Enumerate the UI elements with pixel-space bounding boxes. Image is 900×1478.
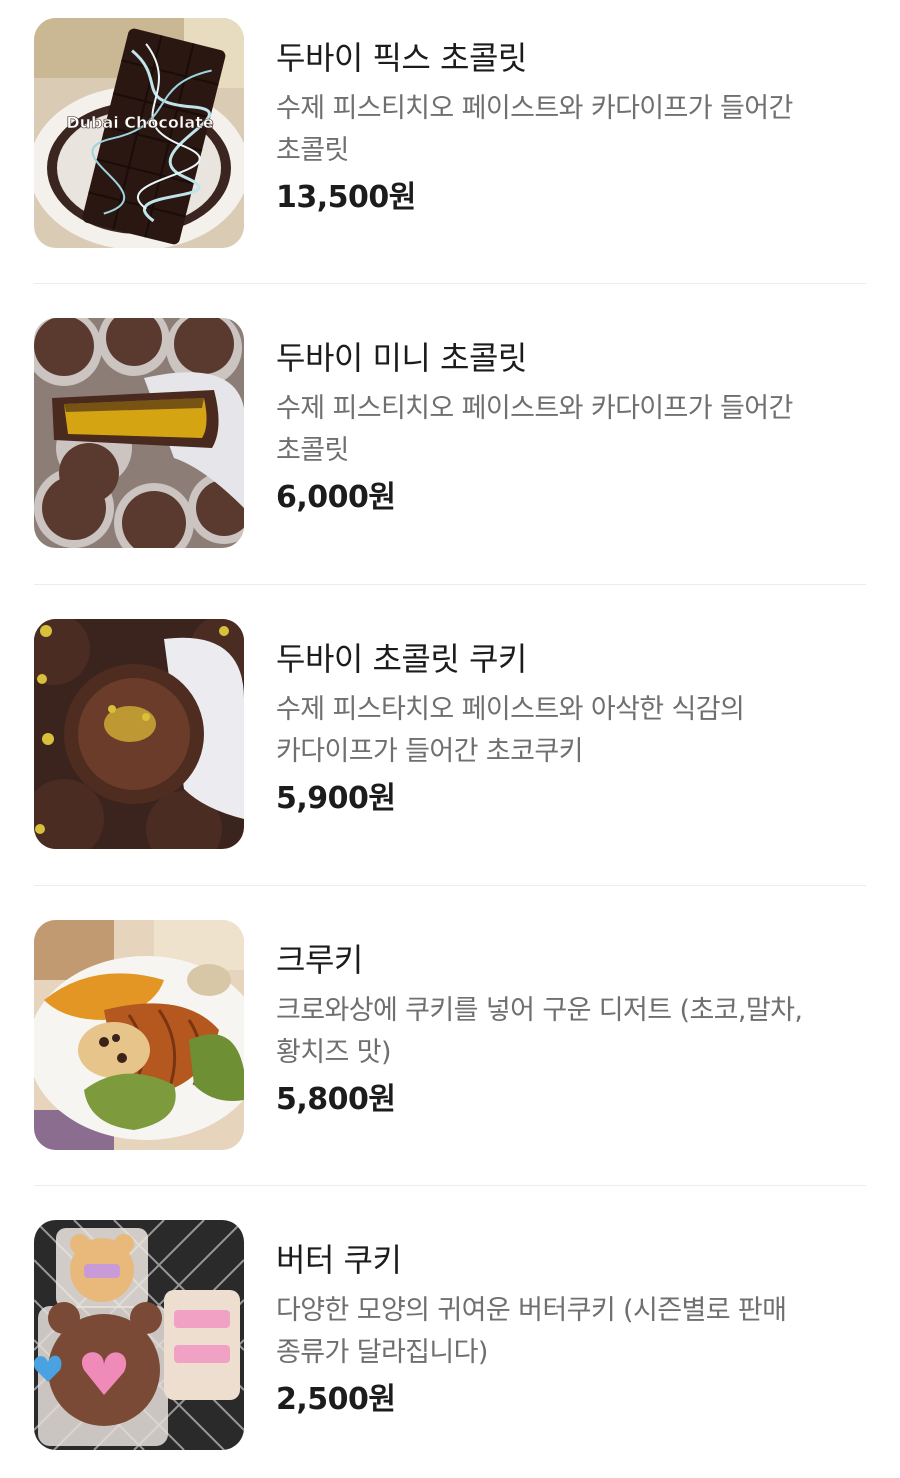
item-price: 2,500원: [276, 1382, 396, 1417]
photo-watermark: Dubai Chocolate: [66, 113, 214, 132]
menu-item-dubai-chocolate-cookie[interactable]: 두바이 초콜릿 쿠키 수제 피스타치오 페이스트와 아삭한 식감의 카다이프가 …: [34, 601, 866, 901]
item-description: 수제 피스티치오 페이스트와 카다이프가 들어간 초콜릿: [276, 393, 793, 466]
menu-item-crookie[interactable]: 크루키 크로와상에 쿠키를 넣어 구운 디저트 (초코,말차, 황치즈 맛) 5…: [34, 902, 866, 1202]
item-price: 5,900원: [276, 781, 396, 816]
item-description: 다양한 모양의 귀여운 버터쿠키 (시즌별로 판매 종류가 달라집니다): [276, 1295, 787, 1368]
menu-item-dubai-fix-chocolate[interactable]: Dubai Chocolate 두바이 픽스 초콜릿 수제 피스티치오 페이스트…: [34, 0, 866, 300]
item-name: 버터 쿠키: [276, 1241, 402, 1279]
item-info: 두바이 초콜릿 쿠키 수제 피스타치오 페이스트와 아삭한 식감의 카다이프가 …: [276, 637, 866, 821]
item-name: 크루키: [276, 941, 363, 979]
divider: [34, 885, 866, 886]
item-name: 두바이 초콜릿 쿠키: [276, 640, 527, 678]
item-description: 수제 피스티치오 페이스트와 카다이프가 들어간 초콜릿: [276, 93, 793, 166]
chocolate-bar-photo[interactable]: Dubai Chocolate: [34, 18, 244, 248]
item-description: 수제 피스타치오 페이스트와 아삭한 식감의 카다이프가 들어간 초코쿠키: [276, 694, 745, 767]
chocolate-cookie-photo[interactable]: [34, 619, 244, 849]
mini-chocolate-photo[interactable]: [34, 318, 244, 548]
item-info: 버터 쿠키 다양한 모양의 귀여운 버터쿠키 (시즌별로 판매 종류가 달라집니…: [276, 1238, 866, 1422]
divider: [34, 1185, 866, 1186]
item-info: 두바이 미니 초콜릿 수제 피스티치오 페이스트와 카다이프가 들어간 초콜릿 …: [276, 336, 866, 520]
divider: [34, 584, 866, 585]
menu-item-dubai-mini-chocolate[interactable]: 두바이 미니 초콜릿 수제 피스티치오 페이스트와 카다이프가 들어간 초콜릿 …: [34, 300, 866, 600]
menu-item-butter-cookie[interactable]: 버터 쿠키 다양한 모양의 귀여운 버터쿠키 (시즌별로 판매 종류가 달라집니…: [34, 1202, 866, 1478]
crookie-photo[interactable]: [34, 920, 244, 1150]
item-name: 두바이 픽스 초콜릿: [276, 39, 527, 77]
item-price: 5,800원: [276, 1082, 396, 1117]
item-price: 6,000원: [276, 480, 396, 515]
butter-cookie-photo[interactable]: [34, 1220, 244, 1450]
menu-list: Dubai Chocolate 두바이 픽스 초콜릿 수제 피스티치오 페이스트…: [0, 0, 900, 1478]
item-info: 크루키 크로와상에 쿠키를 넣어 구운 디저트 (초코,말차, 황치즈 맛) 5…: [276, 938, 866, 1122]
item-description: 크로와상에 쿠키를 넣어 구운 디저트 (초코,말차, 황치즈 맛): [276, 995, 803, 1068]
item-info: 두바이 픽스 초콜릿 수제 피스티치오 페이스트와 카다이프가 들어간 초콜릿 …: [276, 36, 866, 220]
divider: [34, 283, 866, 284]
item-price: 13,500원: [276, 180, 416, 215]
item-name: 두바이 미니 초콜릿: [276, 339, 527, 377]
